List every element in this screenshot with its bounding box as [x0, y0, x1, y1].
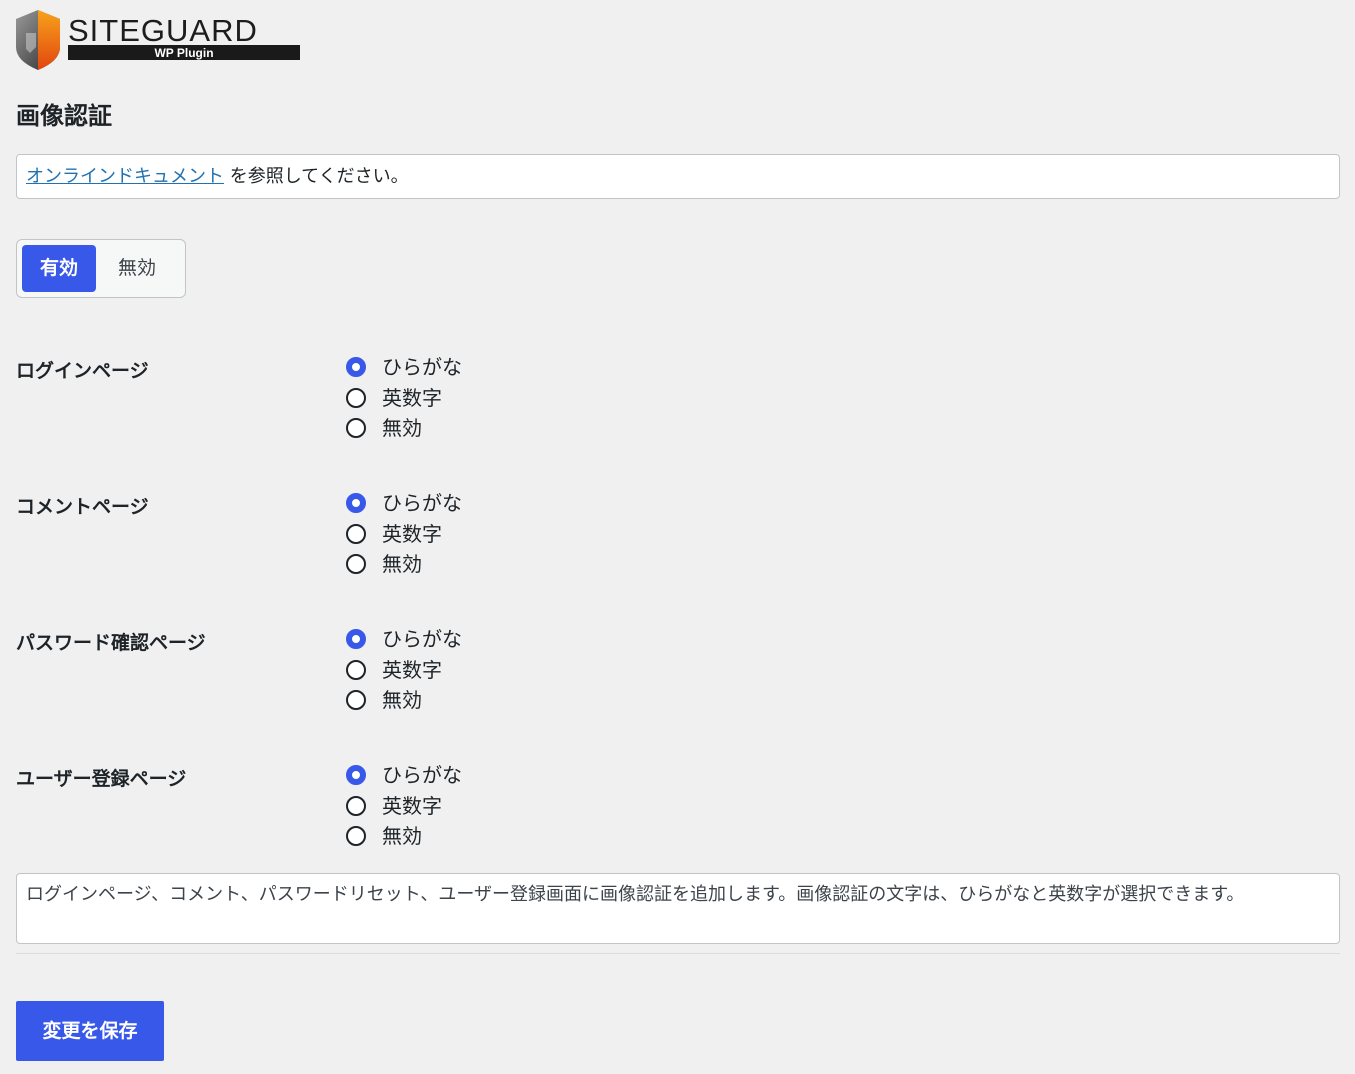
radio-unchecked-icon[interactable] — [346, 418, 366, 439]
comment-page-option-disabled[interactable]: 無効 — [346, 549, 462, 580]
radio-label: ひらがな — [382, 355, 462, 380]
logo-subtext: WP Plugin — [154, 46, 213, 60]
save-changes-button[interactable]: 変更を保存 — [16, 1001, 164, 1061]
password-page-label: パスワード確認ページ — [16, 632, 206, 654]
login-page-radio-group: ひらがな 英数字 無効 — [346, 352, 462, 444]
radio-label: ひらがな — [382, 491, 462, 516]
radio-checked-icon[interactable] — [346, 629, 366, 650]
radio-unchecked-icon[interactable] — [346, 554, 366, 575]
feature-description: ログインページ、コメント、パスワードリセット、ユーザー登録画面に画像認証を追加し… — [16, 873, 1340, 944]
password-page-radio-group: ひらがな 英数字 無効 — [346, 624, 462, 716]
login-page-option-hiragana[interactable]: ひらがな — [346, 352, 462, 383]
radio-unchecked-icon[interactable] — [346, 659, 366, 680]
registration-page-option-hiragana[interactable]: ひらがな — [346, 760, 462, 791]
password-page-option-disabled[interactable]: 無効 — [346, 685, 462, 716]
documentation-notice: オンラインドキュメント を参照してください。 — [16, 154, 1340, 199]
login-page-option-alphanumeric[interactable]: 英数字 — [346, 383, 462, 414]
feature-toggle: 有効 無効 — [16, 239, 186, 298]
comment-page-label: コメントページ — [16, 496, 149, 518]
comment-page-radio-group: ひらがな 英数字 無効 — [346, 488, 462, 580]
radio-label: 無効 — [382, 552, 422, 577]
online-documentation-link[interactable]: オンラインドキュメント — [26, 166, 224, 187]
section-divider — [16, 953, 1340, 954]
password-page-option-hiragana[interactable]: ひらがな — [346, 624, 462, 655]
radio-checked-icon[interactable] — [346, 357, 366, 378]
radio-unchecked-icon[interactable] — [346, 387, 366, 408]
radio-unchecked-icon[interactable] — [346, 523, 366, 544]
radio-label: 無効 — [382, 688, 422, 713]
radio-checked-icon[interactable] — [346, 765, 366, 786]
radio-unchecked-icon[interactable] — [346, 795, 366, 816]
toggle-enable-button[interactable]: 有効 — [22, 245, 97, 292]
radio-label: ひらがな — [382, 763, 462, 788]
radio-checked-icon[interactable] — [346, 493, 366, 514]
login-page-label: ログインページ — [16, 360, 149, 382]
comment-page-option-alphanumeric[interactable]: 英数字 — [346, 519, 462, 550]
siteguard-logo: SITEGUARD WP Plugin — [16, 10, 300, 70]
toggle-disable-button[interactable]: 無効 — [100, 245, 174, 292]
registration-page-radio-group: ひらがな 英数字 無効 — [346, 760, 462, 852]
radio-unchecked-icon[interactable] — [346, 690, 366, 711]
password-page-option-alphanumeric[interactable]: 英数字 — [346, 655, 462, 686]
radio-label: 無効 — [382, 824, 422, 849]
registration-page-option-disabled[interactable]: 無効 — [346, 821, 462, 852]
radio-label: 英数字 — [382, 657, 442, 682]
registration-page-option-alphanumeric[interactable]: 英数字 — [346, 791, 462, 822]
documentation-notice-text: を参照してください。 — [224, 166, 409, 187]
login-page-option-disabled[interactable]: 無効 — [346, 413, 462, 444]
radio-label: 英数字 — [382, 385, 442, 410]
comment-page-option-hiragana[interactable]: ひらがな — [346, 488, 462, 519]
radio-label: ひらがな — [382, 627, 462, 652]
radio-label: 英数字 — [382, 793, 442, 818]
radio-label: 無効 — [382, 416, 422, 441]
registration-page-label: ユーザー登録ページ — [16, 768, 187, 790]
radio-label: 英数字 — [382, 521, 442, 546]
radio-unchecked-icon[interactable] — [346, 826, 366, 847]
logo-text: SITEGUARD — [68, 13, 258, 48]
page-title: 画像認証 — [16, 102, 112, 130]
settings-page: SITEGUARD WP Plugin 画像認証 オンラインドキュメント を参照… — [0, 0, 1355, 1074]
